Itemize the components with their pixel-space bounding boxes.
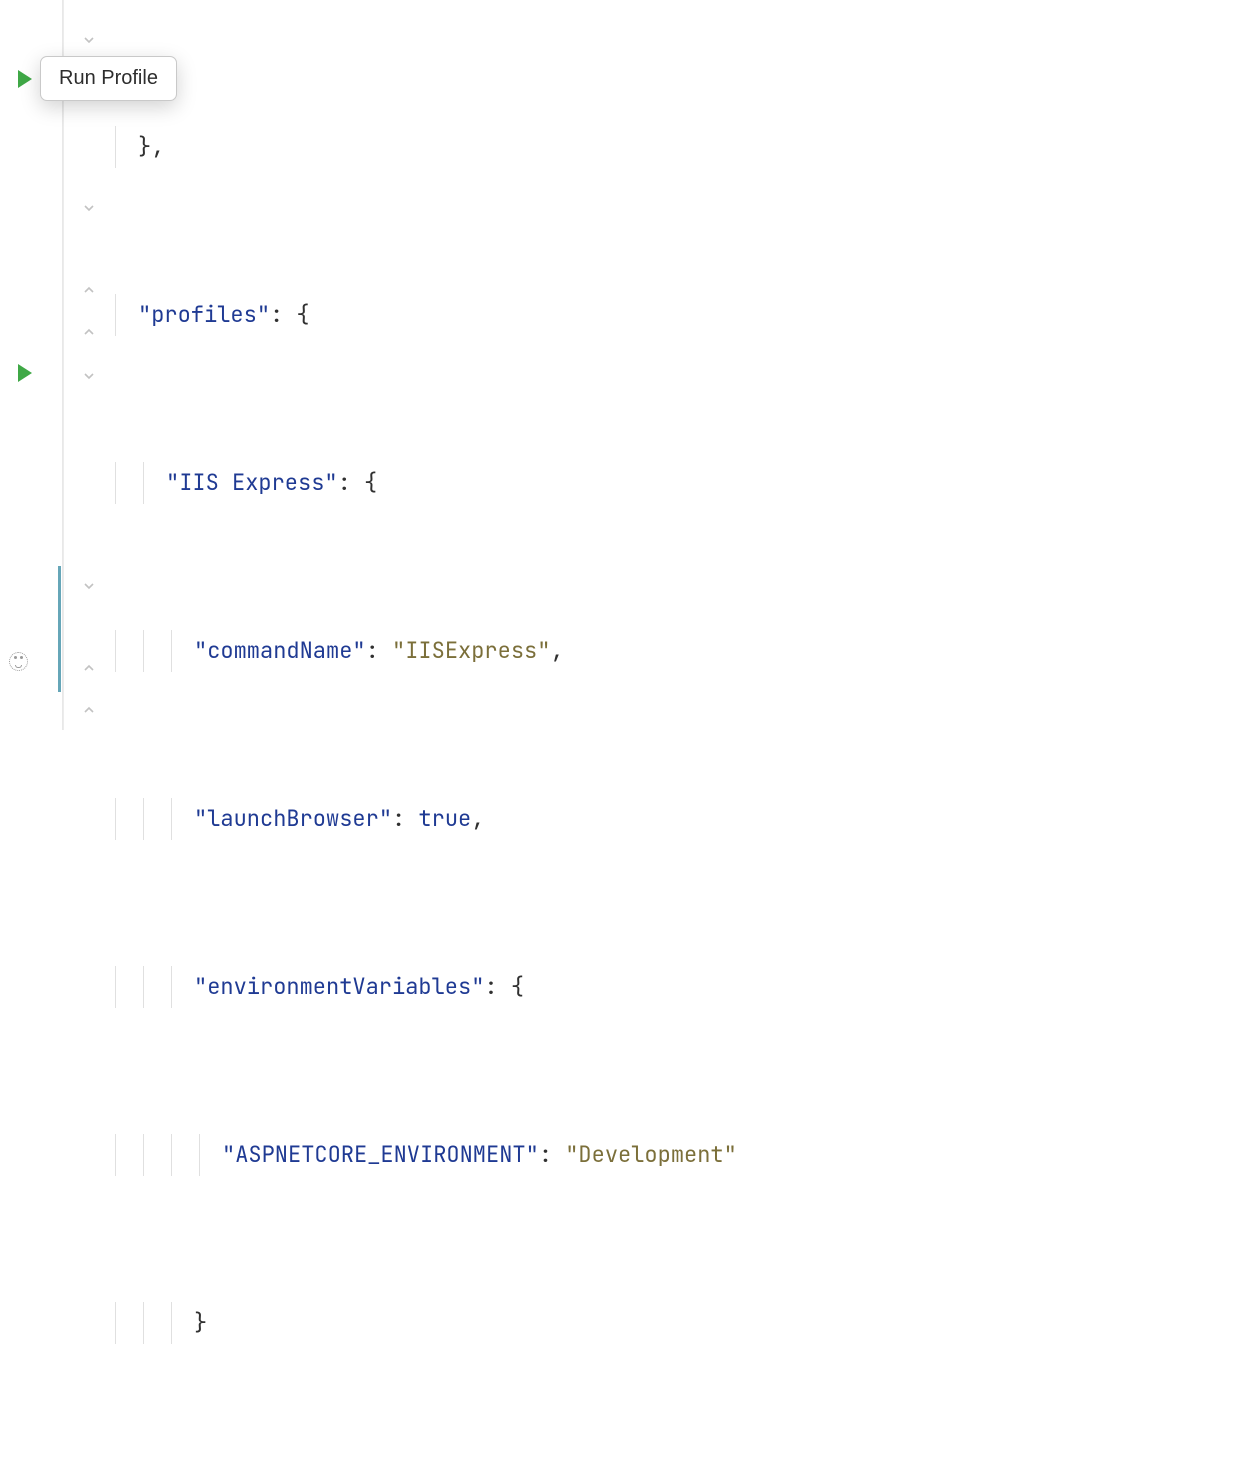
code-line[interactable]: "IIS Express": { [110,462,1252,504]
code-line[interactable]: "profiles": { [110,294,1252,336]
fold-toggle-icon[interactable] [82,34,96,48]
fold-toggle-icon[interactable] [82,664,96,678]
code-line[interactable]: "ASPNETCORE_ENVIRONMENT": "Development" [110,1134,1252,1176]
fold-toggle-icon[interactable] [82,0,96,5]
run-icon[interactable] [18,70,32,88]
fold-toggle-icon[interactable] [82,202,96,216]
code-line[interactable]: "commandName": "IISExpress", [110,630,1252,672]
code-line[interactable]: "environmentVariables": { [110,966,1252,1008]
fold-toggle-icon[interactable] [82,370,96,384]
gutter [0,0,62,730]
author-marker-icon[interactable] [9,652,28,671]
fold-toggle-icon[interactable] [82,580,96,594]
folding-column [62,0,110,730]
vcs-change-stripe [58,566,61,692]
code-area[interactable]: }, "profiles": { "IIS Express": { "comma… [110,0,1252,730]
code-line[interactable]: "launchBrowser": true, [110,798,1252,840]
run-icon[interactable] [18,364,32,382]
fold-toggle-icon[interactable] [82,328,96,342]
fold-toggle-icon[interactable] [82,286,96,300]
code-line[interactable]: }, [110,126,1252,168]
tooltip-text: Run Profile [59,67,158,89]
code-line[interactable]: } [110,1302,1252,1344]
fold-toggle-icon[interactable] [82,706,96,720]
tooltip-run-profile: Run Profile [40,56,177,101]
code-editor: }, "profiles": { "IIS Express": { "comma… [0,0,1252,730]
